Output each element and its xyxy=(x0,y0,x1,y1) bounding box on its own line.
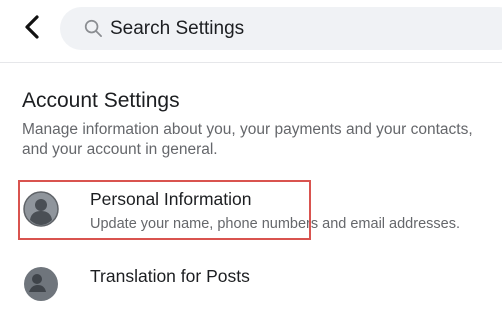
item-title: Personal Information xyxy=(90,189,252,209)
item-title: Translation for Posts xyxy=(90,266,250,286)
translation-for-posts-item[interactable]: Translation for Posts xyxy=(18,262,502,322)
chevron-left-icon xyxy=(25,15,39,39)
person-icon xyxy=(23,191,59,227)
section-description: Manage information about you, your payme… xyxy=(22,121,473,158)
header-divider xyxy=(0,62,502,63)
section-title: Account Settings xyxy=(22,89,180,112)
personal-information-item[interactable]: Personal Information Update your name, p… xyxy=(18,180,502,240)
globe-person-icon xyxy=(24,267,58,301)
search-input[interactable] xyxy=(110,7,490,50)
search-bar[interactable] xyxy=(60,7,502,50)
search-icon xyxy=(84,19,102,37)
back-button[interactable] xyxy=(20,14,46,40)
item-subtitle: Update your name, phone numbers and emai… xyxy=(90,216,460,232)
top-bar xyxy=(0,0,502,58)
